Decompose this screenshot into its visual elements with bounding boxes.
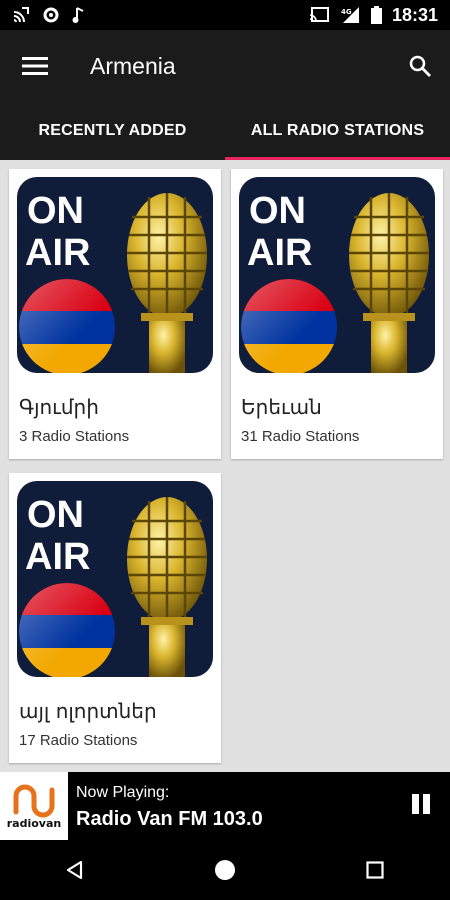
region-card-gyumri[interactable]: ON AIR Գյումրի 3 Radio Stations: [9, 169, 221, 459]
radiovan-logo-icon: radiovan: [7, 784, 61, 830]
search-icon: [409, 55, 431, 77]
region-card-yerevan[interactable]: ON AIR Երեւան 31 Radio Stations: [231, 169, 443, 459]
nav-recents-button[interactable]: [345, 840, 405, 900]
region-name: Գյումրի: [19, 395, 99, 419]
nav-home-button[interactable]: [195, 840, 255, 900]
now-playing-bar[interactable]: radiovan Now Playing: Radio Van FM 103.0: [0, 772, 450, 840]
svg-text:AIR: AIR: [25, 536, 90, 578]
station-logo: radiovan: [0, 772, 68, 840]
now-playing-label: Now Playing:: [76, 784, 170, 801]
search-button[interactable]: [390, 30, 450, 102]
tab-all-radio-stations[interactable]: ALL RADIO STATIONS: [225, 102, 450, 160]
page-title: Armenia: [90, 52, 176, 79]
on-air-microphone-image: ON AIR: [17, 177, 213, 373]
status-right-icons: 4G 18:31: [309, 5, 438, 26]
station-count: 3 Radio Stations: [19, 428, 130, 445]
on-air-microphone-image: ON AIR: [17, 481, 213, 677]
tab-bar: RECENTLY ADDED ALL RADIO STATIONS: [0, 102, 450, 160]
app-bar: Armenia: [0, 30, 450, 102]
status-bar: 4G 18:31: [0, 0, 450, 30]
status-left-icons: [12, 6, 86, 24]
battery-icon: [370, 6, 382, 24]
region-card-other-areas[interactable]: ON AIR այլ ոլորտներ 17 Radio Stations: [9, 473, 221, 763]
menu-button[interactable]: [0, 30, 70, 102]
svg-text:ON: ON: [27, 190, 84, 232]
svg-text:radiovan: radiovan: [7, 817, 61, 830]
signal-4g-icon: 4G: [341, 7, 359, 23]
now-playing-station: Radio Van FM 103.0: [76, 808, 263, 830]
station-count: 31 Radio Stations: [241, 428, 360, 445]
home-circle-icon: [215, 860, 235, 880]
cast-screen-icon: [309, 7, 329, 22]
nav-back-button[interactable]: [45, 840, 105, 900]
status-time: 18:31: [391, 4, 438, 25]
station-count: 17 Radio Stations: [19, 732, 138, 749]
svg-text:4G: 4G: [341, 8, 352, 16]
recents-square-icon: [366, 861, 384, 879]
tab-recently-added[interactable]: RECENTLY ADDED: [0, 102, 225, 160]
station-grid: ON AIR Գյումրի 3 Radio Stations ON AIR Ե…: [0, 160, 450, 772]
region-name: Երեւան: [241, 395, 322, 419]
pause-icon: [412, 794, 419, 814]
svg-text:ON: ON: [249, 190, 306, 232]
settings-icon: [43, 7, 59, 23]
cast-icon: [13, 7, 29, 23]
svg-text:AIR: AIR: [25, 232, 90, 274]
region-name: այլ ոլորտներ: [19, 699, 157, 723]
hamburger-menu-icon: [22, 57, 48, 75]
music-note-icon: [72, 7, 84, 23]
svg-text:ON: ON: [27, 494, 84, 536]
system-nav-bar: [0, 840, 450, 900]
pause-button[interactable]: [410, 794, 432, 818]
on-air-microphone-image: ON AIR: [239, 177, 435, 373]
back-triangle-icon: [66, 860, 83, 880]
svg-text:AIR: AIR: [247, 232, 312, 274]
pause-icon-bar: [423, 794, 430, 814]
